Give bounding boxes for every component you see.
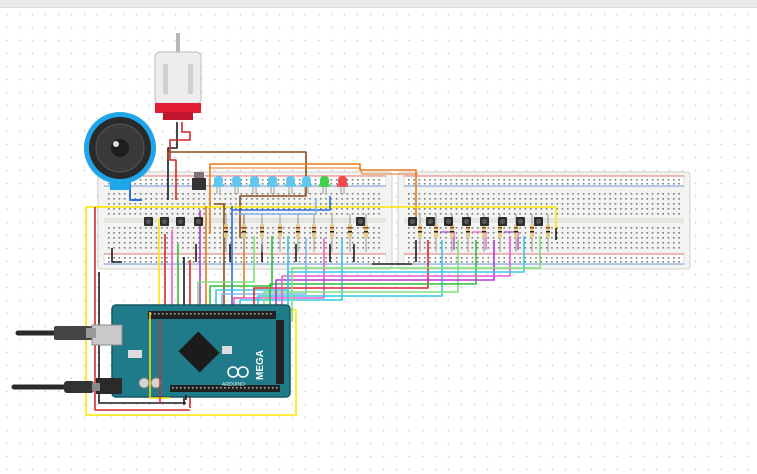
usb-cable[interactable] (15, 326, 96, 340)
push-button[interactable] (444, 217, 453, 226)
circuit-diagram: MEGA ARDUINO (11, 33, 691, 416)
push-button[interactable] (480, 217, 489, 226)
push-button[interactable] (534, 217, 543, 226)
push-button[interactable] (160, 217, 169, 226)
push-button[interactable] (498, 217, 507, 226)
push-button[interactable] (144, 217, 153, 226)
push-button[interactable] (516, 217, 525, 226)
push-button[interactable] (462, 217, 471, 226)
arduino-mega-board[interactable]: MEGA ARDUINO (91, 304, 291, 400)
motor-icon[interactable] (154, 33, 202, 120)
push-button[interactable] (356, 217, 365, 226)
board-sub-label: ARDUINO (222, 382, 245, 388)
top-toolbar-strip (0, 0, 757, 8)
circuit-canvas[interactable]: MEGA ARDUINO (0, 8, 757, 474)
transistor-icon (192, 172, 206, 190)
push-button[interactable] (176, 217, 185, 226)
push-button[interactable] (194, 217, 203, 226)
board-brand-label: MEGA (255, 350, 266, 380)
push-button[interactable] (408, 217, 417, 226)
dc-barrel-cable[interactable] (11, 381, 100, 393)
push-button[interactable] (426, 217, 435, 226)
